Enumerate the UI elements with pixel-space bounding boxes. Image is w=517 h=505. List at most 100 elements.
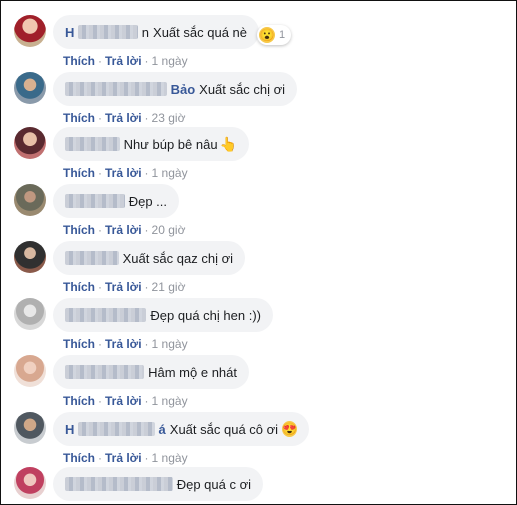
like-link[interactable]: Thích [63,111,95,125]
comment-item: H á Xuất sắc quá cô ơi 😍 Thích · Trả lời · 1… [1,412,516,469]
comment-bubble: Đẹp quá c ơi [53,467,263,501]
comment-actions: Thích · Trả lời · 20 giờ [63,223,185,237]
like-link[interactable]: Thích [63,451,95,465]
comment-actions: Thích · Trả lời · 1 ngày [63,451,188,465]
comment-item: Xuất sắc qaz chị ơi Thích · Trả lời · 21 giờ [1,241,516,298]
separator: · [144,223,149,237]
avatar[interactable] [14,127,46,159]
comment-actions: Thích · Trả lời · 1 ngày [63,54,188,68]
avatar[interactable] [14,72,46,104]
comment-time[interactable]: 1 ngày [152,337,188,351]
blurred-name [78,25,138,39]
comment-actions: Thích · Trả lời · 21 giờ [63,280,185,294]
blurred-name [65,251,119,265]
separator: · [144,394,149,408]
separator: · [98,223,102,237]
comment-time[interactable]: 23 giờ [152,111,186,125]
separator: · [144,166,149,180]
like-link[interactable]: Thích [63,223,95,237]
separator: · [144,111,149,125]
comment-time[interactable]: 1 ngày [152,166,188,180]
separator: · [144,280,149,294]
comment-item: Đẹp quá chị hen :)) Thích · Trả lời · 1 ngày [1,298,516,355]
commenter-name-tail: n [141,24,150,40]
separator: · [98,111,102,125]
comment-bubble: Như búp bê nâu 👆 [53,127,249,161]
separator: · [98,280,102,294]
comment-time[interactable]: 1 ngày [152,54,188,68]
comment-item: Như búp bê nâu 👆 Thích · Trả lời · 1 ngày [1,127,516,184]
like-link[interactable]: Thích [63,394,95,408]
separator: · [98,337,102,351]
commenter-name-tail: á [158,421,166,437]
comment-text: Như búp bê nâu [123,136,218,152]
comment-text: Hâm mộ e nhát [148,364,237,380]
comment-bubble: H á Xuất sắc quá cô ơi 😍 [53,412,309,446]
avatar[interactable] [14,355,46,387]
comment-item: Đẹp quá c ơi [1,467,516,504]
comment-item: Bảo Xuất sắc chị ơi Thích · Trả lời · 23 giờ [1,72,516,129]
comment-item: Đẹp ... Thích · Trả lời · 20 giờ [1,184,516,241]
like-link[interactable]: Thích [63,337,95,351]
separator: · [98,394,102,408]
comment-actions: Thích · Trả lời · 23 giờ [63,111,185,125]
blurred-name [78,422,155,436]
heart-eyes-emoji-icon: 😍 [282,421,297,437]
comment-bubble: H n Xuất sắc quá nè [53,15,259,49]
reply-link[interactable]: Trả lời [105,54,142,68]
comment-text: Đẹp quá c ơi [176,476,251,492]
comment-actions: Thích · Trả lời · 1 ngày [63,166,188,180]
reply-link[interactable]: Trả lời [105,280,142,294]
blurred-name [65,194,125,208]
comment-text: Đẹp quá chị hen :)) [150,307,261,323]
blurred-name [65,82,167,96]
avatar[interactable] [14,184,46,216]
blurred-name [65,137,120,151]
commenter-name[interactable]: H [65,422,74,437]
reply-link[interactable]: Trả lời [105,166,142,180]
blurred-name [65,365,145,379]
commenter-name-tail[interactable]: Bảo [171,82,196,97]
avatar[interactable] [14,241,46,273]
reply-link[interactable]: Trả lời [105,451,142,465]
comment-time[interactable]: 1 ngày [152,451,188,465]
like-link[interactable]: Thích [63,280,95,294]
avatar[interactable] [14,467,46,499]
comment-text: Xuất sắc qaz chị ơi [122,250,233,266]
reply-link[interactable]: Trả lời [105,337,142,351]
comment-time[interactable]: 20 giờ [152,223,186,237]
blurred-name [65,308,147,322]
commenter-name[interactable]: H [65,25,74,40]
reply-link[interactable]: Trả lời [105,223,142,237]
comment-text: Đẹp ... [128,193,167,209]
comment-text: Xuất sắc quá cô ơi [169,421,279,437]
comment-text: Xuất sắc quá nè [153,24,247,40]
reply-link[interactable]: Trả lời [105,394,142,408]
comment-item: Hâm mộ e nhát Thích · Trả lời · 1 ngày [1,355,516,412]
comment-bubble: Xuất sắc qaz chị ơi [53,241,245,275]
reaction-count: 1 [279,29,286,41]
comment-text: Xuất sắc chị ơi [199,81,285,97]
separator: · [98,54,102,68]
comment-bubble: Đẹp quá chị hen :)) [53,298,273,332]
separator: · [98,166,102,180]
pointing-hand-emoji-icon: 👆 [219,135,237,152]
avatar[interactable] [14,412,46,444]
like-link[interactable]: Thích [63,166,95,180]
comment-time[interactable]: 21 giờ [152,280,186,294]
reply-link[interactable]: Trả lời [105,111,142,125]
wow-emoji-icon: 😮 [259,27,275,43]
comment-time[interactable]: 1 ngày [152,394,188,408]
separator: · [98,451,102,465]
separator: · [144,451,149,465]
avatar[interactable] [14,298,46,330]
comment-actions: Thích · Trả lời · 1 ngày [63,337,188,351]
avatar[interactable] [14,15,46,47]
separator: · [144,337,149,351]
comment-actions: Thích · Trả lời · 1 ngày [63,394,188,408]
comment-list-frame: H n Xuất sắc quá nè 😮 1 Thích · Trả lời · 1 … [0,0,517,505]
blurred-name [65,477,173,491]
reaction-badge[interactable]: 😮 1 [257,25,292,45]
comment-bubble: Hâm mộ e nhát [53,355,249,389]
like-link[interactable]: Thích [63,54,95,68]
